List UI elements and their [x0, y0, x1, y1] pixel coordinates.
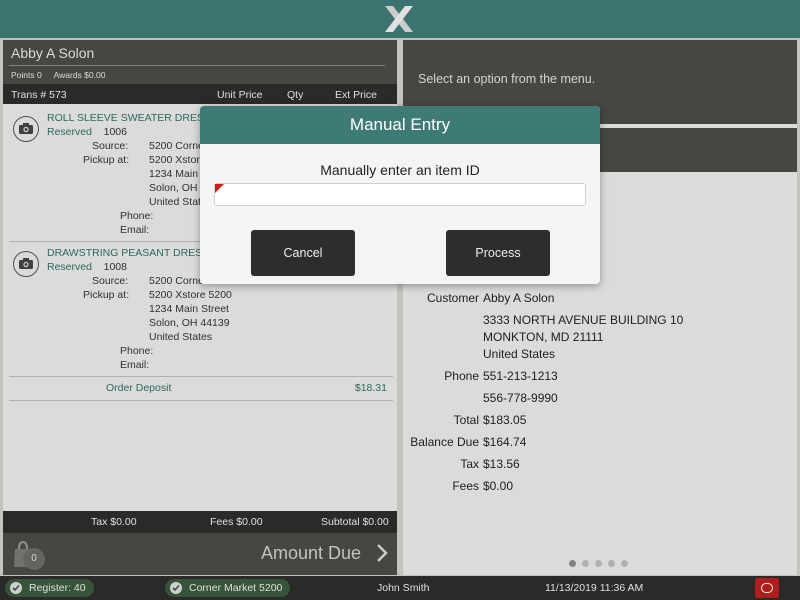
modal-overlay [0, 0, 800, 600]
item-id-input[interactable] [214, 183, 586, 206]
cancel-button[interactable]: Cancel [251, 230, 355, 276]
manual-entry-dialog: Manual Entry Manually enter an item ID C… [200, 106, 600, 284]
process-button[interactable]: Process [446, 230, 550, 276]
dialog-title: Manual Entry [200, 106, 600, 144]
required-marker [215, 184, 224, 193]
dialog-prompt: Manually enter an item ID [320, 162, 480, 178]
